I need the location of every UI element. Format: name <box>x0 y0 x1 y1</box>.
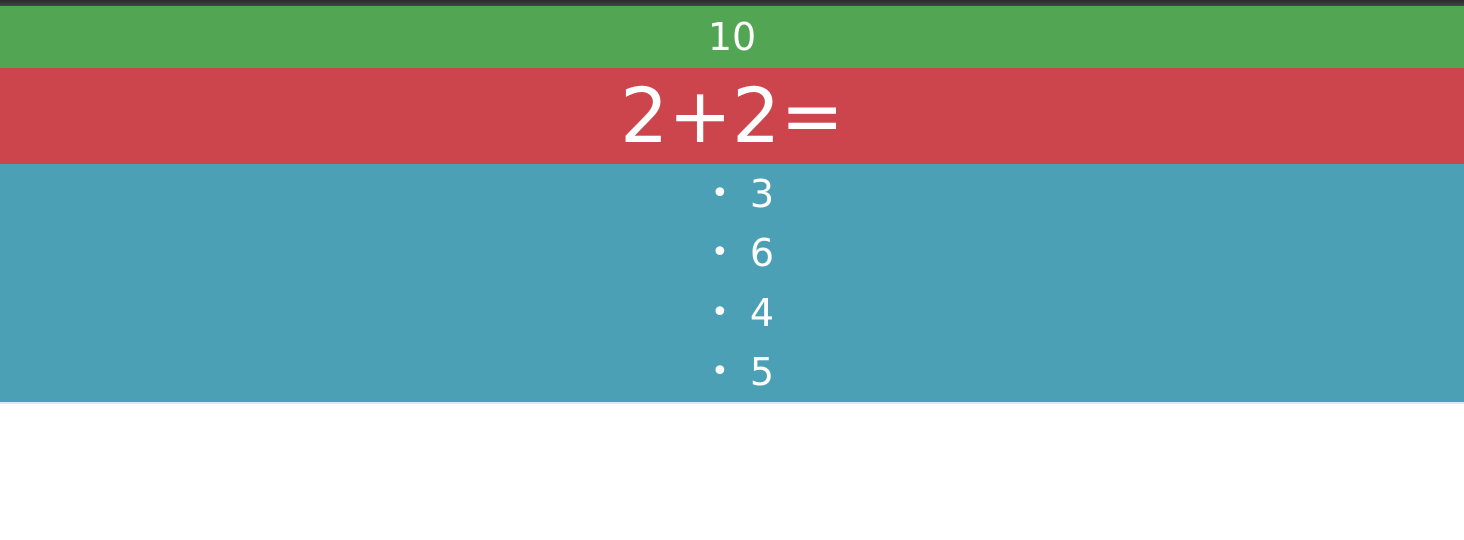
bullet-icon: • <box>711 294 729 330</box>
answers-panel: • 3 • 6 • 4 • 5 <box>0 164 1464 404</box>
answer-option[interactable]: • 4 <box>690 283 774 343</box>
answer-option[interactable]: • 5 <box>690 343 774 403</box>
score-bar: 10 <box>0 6 1464 68</box>
blank-area <box>0 404 1464 540</box>
answer-option[interactable]: • 3 <box>690 164 774 224</box>
question-text: 2+2= <box>619 71 845 160</box>
bullet-icon: • <box>711 354 729 390</box>
bullet-icon: • <box>711 235 729 271</box>
score-value: 10 <box>707 15 757 59</box>
question-bar: 2+2= <box>0 68 1464 164</box>
answer-label: 5 <box>749 350 775 395</box>
answer-label: 6 <box>749 231 775 276</box>
answer-label: 3 <box>749 171 775 216</box>
answer-label: 4 <box>749 290 775 335</box>
answer-option[interactable]: • 6 <box>690 224 774 284</box>
answer-list: • 3 • 6 • 4 • 5 <box>0 164 1464 402</box>
bullet-icon: • <box>711 175 729 211</box>
